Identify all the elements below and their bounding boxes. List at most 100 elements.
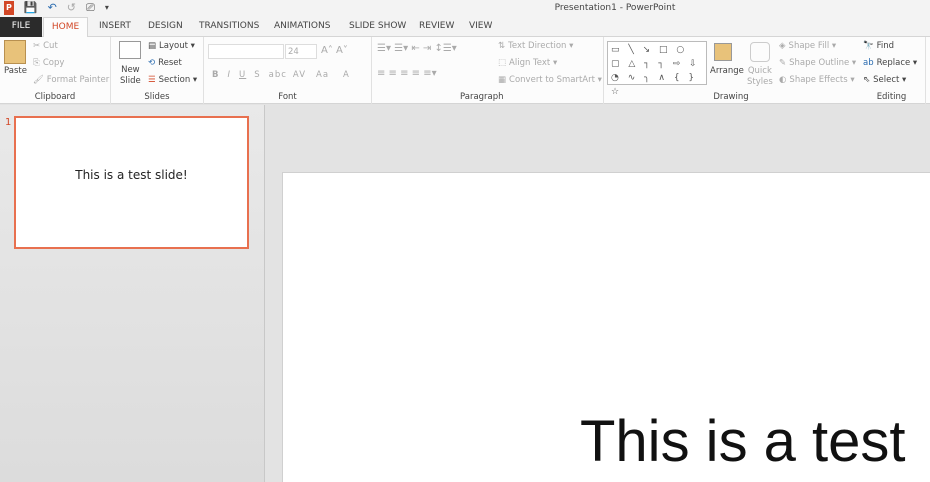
tab-slide-show[interactable]: SLIDE SHOW [349, 17, 406, 37]
section-button[interactable]: ☰ Section ▾ [148, 75, 197, 85]
shape-effects-label: Shape Effects [789, 75, 848, 85]
pencil-icon: ✎ [779, 58, 787, 68]
reset-label: Reset [158, 58, 182, 68]
character-spacing-button[interactable]: AV [293, 70, 306, 80]
shape-fill-button[interactable]: ◈ Shape Fill ▾ [779, 41, 836, 51]
align-text-icon: ⬚ [498, 58, 507, 68]
effects-icon: ◐ [779, 75, 787, 85]
tab-design[interactable]: DESIGN [148, 17, 183, 37]
font-group: 24 A˄ A˅ B I U Sabc AV Aa A Font [204, 37, 372, 104]
convert-smartart-button[interactable]: ▦ Convert to SmartArt ▾ [498, 75, 602, 85]
change-case-button[interactable]: Aa [316, 70, 329, 80]
tab-view[interactable]: VIEW [469, 17, 492, 37]
brush-icon: 🖌 [33, 75, 44, 85]
select-label: Select [873, 75, 900, 85]
align-text-button[interactable]: ⬚ Align Text ▾ [498, 58, 557, 68]
paste-button[interactable]: Paste [4, 66, 27, 76]
new-slide-icon [119, 41, 141, 59]
ribbon-tabs: FILE HOME INSERT DESIGN TRANSITIONS ANIM… [0, 17, 930, 38]
thumbnail-text: This is a test slide! [75, 168, 188, 182]
window-title: Presentation1 - PowerPoint [554, 3, 676, 13]
title-bar: P 💾 ↶ ↺ ⎚ ▾ Presentation1 - PowerPoint [0, 0, 930, 17]
arrange-icon [714, 43, 732, 61]
editing-label: Editing [876, 92, 907, 102]
tab-transitions[interactable]: TRANSITIONS [199, 17, 259, 37]
italic-button[interactable]: I [227, 70, 231, 80]
shape-outline-button[interactable]: ✎ Shape Outline ▾ [779, 58, 856, 68]
paste-icon [4, 40, 26, 64]
section-icon: ☰ [148, 75, 156, 85]
slides-group: New Slide ▤ Layout ▾ ⟲ Reset ☰ Section ▾ Sli… [111, 37, 204, 104]
find-label: Find [876, 41, 895, 51]
shape-effects-button[interactable]: ◐ Shape Effects ▾ [779, 75, 855, 85]
align-icons[interactable]: ≡ ≡ ≡ ≡ ≡▾ [377, 68, 437, 79]
slide-thumbnails-pane: 1 This is a test slide! [0, 105, 265, 482]
slide-number: 1 [5, 117, 12, 128]
replace-label: Replace [876, 58, 911, 68]
tab-home[interactable]: HOME [43, 17, 88, 38]
slide-title-text[interactable]: This is a test [580, 409, 906, 475]
reset-button[interactable]: ⟲ Reset [148, 58, 182, 68]
underline-button[interactable]: U [239, 70, 246, 80]
paragraph-label: Paragraph [460, 92, 504, 102]
clipboard-label: Clipboard [34, 92, 76, 102]
tab-review[interactable]: REVIEW [419, 17, 454, 37]
tab-file[interactable]: FILE [0, 17, 42, 37]
smartart-icon: ▦ [498, 75, 507, 85]
styles-label: Styles [747, 77, 773, 87]
tab-animations[interactable]: ANIMATIONS [274, 17, 330, 37]
paragraph-group: ☰▾ ☰▾ ⇤ ⇥ ↕☰▾ ≡ ≡ ≡ ≡ ≡▾ ⇅ Text Direction… [372, 37, 604, 104]
smartart-label: Convert to SmartArt [509, 75, 595, 85]
new-slide-button[interactable]: New Slide [120, 65, 141, 87]
quick-styles-icon [750, 42, 770, 62]
slides-label: Slides [144, 92, 170, 102]
ribbon: Paste ✂ Cut ⎘ Copy 🖌 Format Painter Clipboa… [0, 37, 930, 104]
slide-canvas[interactable]: This is a test [282, 172, 930, 482]
text-direction-icon: ⇅ [498, 41, 506, 51]
cut-label: Cut [43, 41, 58, 51]
slide-thumbnail[interactable]: This is a test slide! [14, 116, 249, 249]
shape-outline-label: Shape Outline [789, 58, 850, 68]
layout-label: Layout [159, 41, 188, 51]
new-slide-label-2: Slide [120, 76, 141, 86]
text-direction-label: Text Direction [508, 41, 567, 51]
quick-label: Quick [747, 66, 772, 76]
replace-icon: ab [863, 58, 874, 68]
tab-insert[interactable]: INSERT [99, 17, 131, 37]
layout-button[interactable]: ▤ Layout ▾ [148, 41, 195, 51]
replace-button[interactable]: ab Replace ▾ [863, 58, 917, 68]
copy-label: Copy [42, 58, 65, 68]
find-button[interactable]: 🔭 Find [863, 41, 894, 51]
font-size-input[interactable]: 24 [285, 44, 317, 59]
binoculars-icon: 🔭 [863, 41, 874, 51]
bullets-icon[interactable]: ☰▾ ☰▾ ⇤ ⇥ ↕☰▾ [377, 43, 457, 54]
bold-button[interactable]: B [212, 70, 219, 80]
font-label: Font [278, 92, 297, 102]
copy-icon: ⎘ [33, 58, 40, 68]
cut-button[interactable]: ✂ Cut [33, 41, 58, 51]
layout-icon: ▤ [148, 41, 157, 51]
reset-icon: ⟲ [148, 58, 156, 68]
quick-styles-button[interactable]: Quick Styles [747, 66, 773, 88]
align-text-label: Align Text [509, 58, 551, 68]
arrange-button[interactable]: Arrange [710, 66, 744, 76]
drawing-label: Drawing [713, 92, 749, 102]
shapes-gallery[interactable]: ▭ ╲ ↘ □ ○ ▢ △ ┐ ┐ ⇨ ⇩ ◔ ∿ ╮ ∧ { } ☆ [607, 41, 707, 97]
font-name-input[interactable] [208, 44, 284, 59]
shadow-button[interactable]: S [254, 70, 260, 80]
select-button[interactable]: ⇖ Select ▾ [863, 75, 906, 85]
drawing-group: ▭ ╲ ↘ □ ○ ▢ △ ┐ ┐ ⇨ ⇩ ◔ ∿ ╮ ∧ { } ☆ Arra… [604, 37, 858, 104]
font-color-button[interactable]: A [343, 70, 350, 80]
format-painter-button[interactable]: 🖌 Format Painter [33, 75, 109, 85]
strikethrough-button[interactable]: abc [269, 70, 287, 80]
copy-button[interactable]: ⎘ Copy [33, 58, 64, 68]
paint-bucket-icon: ◈ [779, 41, 786, 51]
shape-fill-label: Shape Fill [788, 41, 830, 51]
editing-group: 🔭 Find ab Replace ▾ ⇖ Select ▾ Editing [858, 37, 926, 104]
format-painter-label: Format Painter [46, 75, 110, 85]
scissors-icon: ✂ [33, 41, 41, 51]
text-direction-button[interactable]: ⇅ Text Direction ▾ [498, 41, 573, 51]
clipboard-group: Paste ✂ Cut ⎘ Copy 🖌 Format Painter Clipboa… [0, 37, 111, 104]
cursor-icon: ⇖ [863, 75, 871, 85]
grow-font-icon[interactable]: A˄ A˅ [321, 45, 348, 56]
